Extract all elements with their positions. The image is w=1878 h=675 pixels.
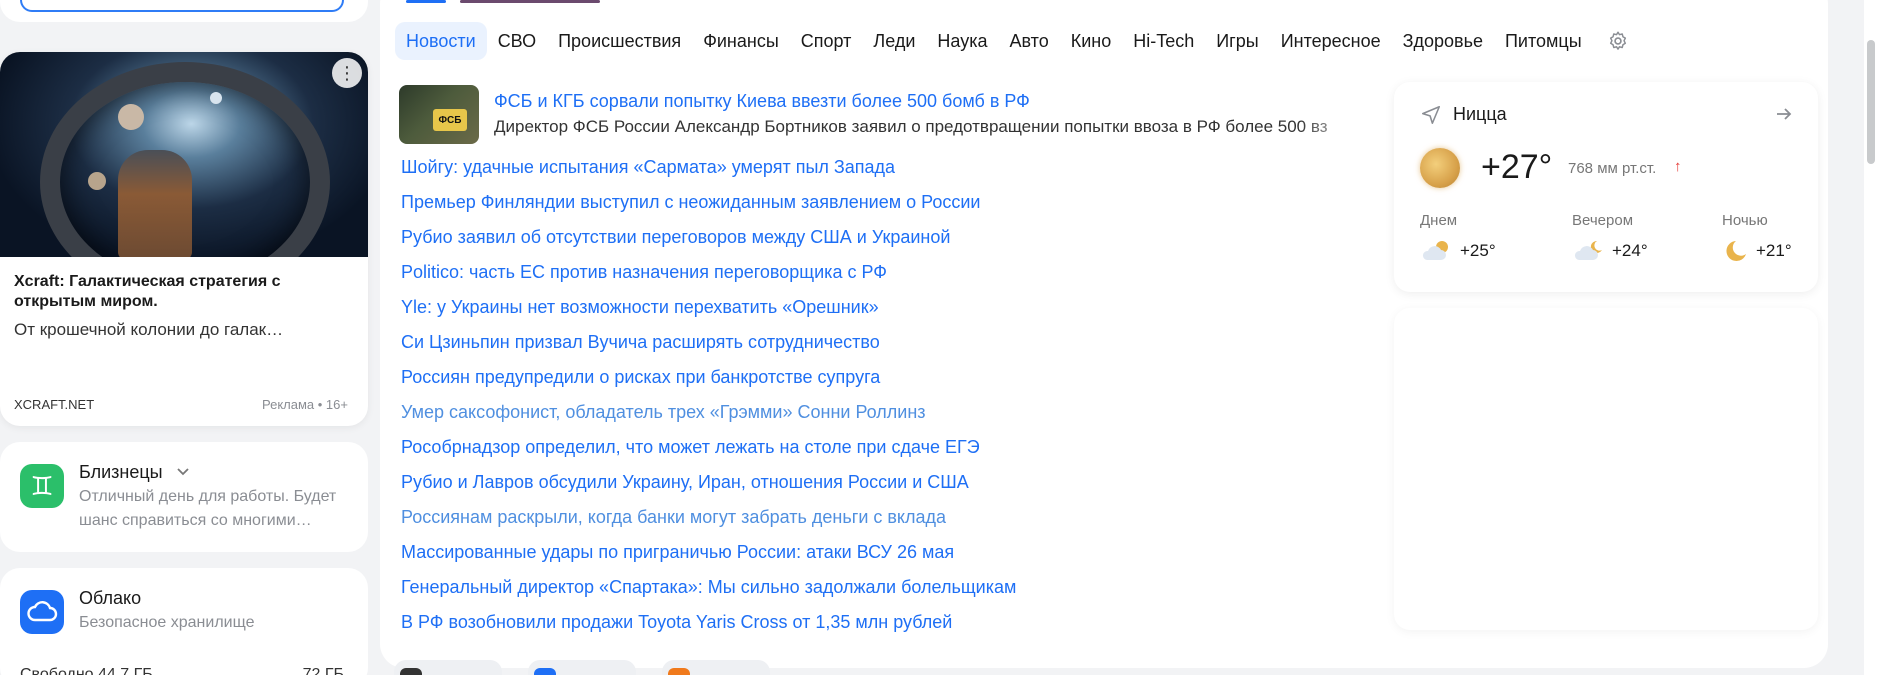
weather-part-label: Вечером: [1572, 212, 1634, 229]
featured-news-title[interactable]: ФСБ и КГБ сорвали попытку Киева ввезти б…: [494, 91, 1030, 112]
cloud-sun-icon: [1422, 241, 1448, 260]
tab-interesting[interactable]: Интересное: [1270, 22, 1392, 60]
arrow-right-icon[interactable]: [1774, 104, 1794, 129]
tab-health[interactable]: Здоровье: [1392, 22, 1494, 60]
left-column: ⋮ Xcraft: Галактическая стратегия с откр…: [0, 0, 368, 675]
chevron-down-icon[interactable]: [176, 464, 190, 480]
weather-part-temp: +21°: [1756, 241, 1792, 260]
empty-widget-placeholder: [1394, 308, 1818, 630]
horoscope-text-line: шанс справиться со многими…: [79, 512, 312, 529]
tab-pets[interactable]: Питомцы: [1494, 22, 1593, 60]
featured-news-lead[interactable]: Директор ФСБ России Александр Бортников …: [494, 117, 1369, 137]
news-item[interactable]: В РФ возобновили продажи Toyota Yaris Cr…: [401, 609, 1016, 644]
weather-part-evening: Вечером +24°: [1572, 212, 1648, 263]
location-arrow-icon[interactable]: [1420, 104, 1442, 131]
cloud-free-space: Свободно 44,7 ГБ: [20, 666, 153, 675]
news-item[interactable]: Рубио заявил об отсутствии переговоров м…: [401, 224, 1016, 259]
featured-news-thumbnail[interactable]: ФСБ: [399, 85, 479, 144]
cloud-card[interactable]: Облако Безопасное хранилище Свободно 44,…: [0, 568, 368, 675]
tab-science[interactable]: Наука: [926, 22, 998, 60]
weather-part-day: Днем +25°: [1420, 212, 1496, 263]
weather-part-night: Ночью +21°: [1722, 212, 1792, 263]
search-card-remnant: [0, 0, 368, 22]
scrollbar[interactable]: [1864, 0, 1878, 675]
chip[interactable]: [662, 660, 770, 675]
planet: [118, 104, 144, 130]
news-item[interactable]: Россиянам раскрыли, когда банки могут за…: [401, 504, 1016, 539]
ad-label: Реклама • 16+: [262, 397, 348, 412]
ad-title[interactable]: Xcraft: Галактическая стратегия с открыт…: [14, 272, 314, 312]
news-list: Шойгу: удачные испытания «Сармата» умеря…: [401, 154, 1016, 644]
news-item[interactable]: Премьер Финляндии выступил с неожиданным…: [401, 189, 1016, 224]
horoscope-text-line: Отличный день для работы. Будет: [79, 488, 337, 505]
chip[interactable]: [528, 660, 636, 675]
ad-description[interactable]: От крошечной колонии до галак…: [14, 320, 354, 340]
search-input-remnant[interactable]: [20, 0, 344, 12]
tab-games[interactable]: Игры: [1205, 22, 1269, 60]
sun-icon: [1420, 148, 1460, 188]
weather-city[interactable]: Ницца: [1453, 104, 1507, 125]
news-item[interactable]: Си Цзиньпин призвал Вучича расширять сот…: [401, 329, 1016, 364]
ad-domain[interactable]: XCRAFT.NET: [14, 397, 94, 412]
news-item[interactable]: Россиян предупредили о рисках при банкро…: [401, 364, 1016, 399]
moon-icon: [1726, 241, 1746, 261]
news-item[interactable]: Рубио и Лавров обсудили Украину, Иран, о…: [401, 469, 1016, 504]
weather-part-label: Ночью: [1722, 212, 1768, 229]
planet: [210, 92, 222, 104]
weather-pressure: 768 мм рт.ст.: [1568, 160, 1657, 177]
chip[interactable]: [394, 660, 502, 675]
weather-part-temp: +25°: [1460, 241, 1496, 260]
horoscope-title[interactable]: Близнецы: [79, 462, 163, 483]
bottom-chips-remnant: [394, 660, 770, 675]
news-item[interactable]: Шойгу: удачные испытания «Сармата» умеря…: [401, 154, 1016, 189]
news-item[interactable]: Рособрнадзор определил, что может лежать…: [401, 434, 1016, 469]
weather-widget[interactable]: Ницца +27° 768 мм рт.ст. ↑ Днем +25° Веч…: [1394, 82, 1818, 292]
pressure-up-icon: ↑: [1674, 158, 1682, 175]
tab-sport[interactable]: Спорт: [790, 22, 863, 60]
news-item[interactable]: Генеральный директор «Спартака»: Мы силь…: [401, 574, 1016, 609]
fsb-badge: ФСБ: [433, 109, 467, 131]
gemini-icon: ♊: [20, 464, 64, 508]
news-item[interactable]: Умер саксофонист, обладатель трех «Грэмм…: [401, 399, 1016, 434]
ad-card[interactable]: ⋮ Xcraft: Галактическая стратегия с откр…: [0, 52, 368, 426]
weather-part-temp: +24°: [1612, 241, 1648, 260]
cloud-icon: [20, 590, 64, 634]
scrollbar-thumb[interactable]: [1867, 40, 1875, 164]
horoscope-card[interactable]: ♊ Близнецы Отличный день для работы. Буд…: [0, 442, 368, 552]
astronaut-figure: [118, 150, 192, 257]
tab-cinema[interactable]: Кино: [1060, 22, 1123, 60]
tab-finance[interactable]: Финансы: [692, 22, 790, 60]
top-strip-remnant: [400, 0, 660, 4]
gear-icon[interactable]: [1599, 22, 1637, 60]
news-item[interactable]: Politico: часть ЕС против назначения пер…: [401, 259, 1016, 294]
news-item[interactable]: Массированные удары по приграничью Росси…: [401, 539, 1016, 574]
cloud-title[interactable]: Облако: [79, 588, 141, 609]
more-vertical-icon[interactable]: ⋮: [332, 58, 362, 88]
news-tabs: Новости СВО Происшествия Финансы Спорт Л…: [395, 22, 1637, 60]
news-item[interactable]: Yle: у Украины нет возможности перехвати…: [401, 294, 1016, 329]
weather-part-label: Днем: [1420, 212, 1458, 229]
planet: [88, 172, 106, 190]
tab-news[interactable]: Новости: [395, 22, 487, 60]
cloud-subtitle: Безопасное хранилище: [79, 614, 255, 631]
tab-hitech[interactable]: Hi-Tech: [1122, 22, 1205, 60]
ad-image[interactable]: ⋮: [0, 52, 368, 257]
cloud-moon-icon: [1574, 240, 1602, 260]
tab-incidents[interactable]: Происшествия: [547, 22, 692, 60]
tab-svo[interactable]: СВО: [487, 22, 547, 60]
tab-lady[interactable]: Леди: [862, 22, 926, 60]
cloud-total-space: 72 ГБ: [302, 666, 344, 675]
weather-current-temp: +27°: [1481, 148, 1553, 186]
tab-auto[interactable]: Авто: [998, 22, 1059, 60]
